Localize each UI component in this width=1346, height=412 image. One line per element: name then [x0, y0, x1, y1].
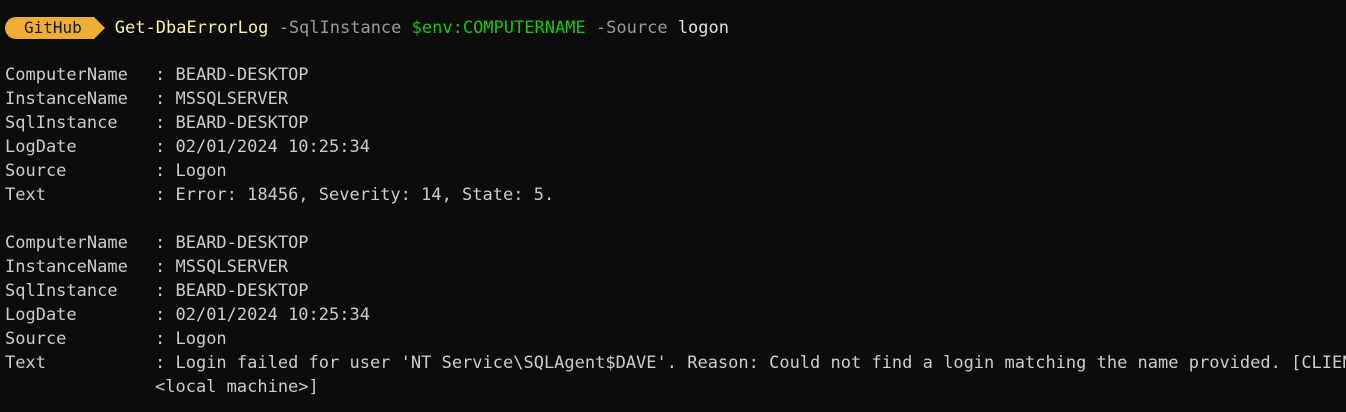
- field-separator: :: [155, 89, 176, 109]
- field-separator: :: [155, 353, 176, 373]
- field-separator: :: [155, 113, 176, 133]
- field-separator: :: [155, 161, 176, 181]
- field-label: Text: [5, 353, 46, 373]
- field-separator: :: [155, 305, 176, 325]
- field-value: Logon: [175, 329, 227, 349]
- field-label: SqlInstance: [5, 113, 118, 133]
- prompt-line: GitHub Get-DbaErrorLog -SqlInstance $env…: [5, 15, 1346, 41]
- field-separator: :: [155, 257, 176, 277]
- field-value: Login failed for user 'NT Service\SQLAge…: [175, 353, 1346, 373]
- field-label: ComputerName: [5, 65, 128, 85]
- param-source-value: logon: [677, 18, 729, 38]
- field-separator: :: [155, 185, 176, 205]
- field-computername: ComputerName: BEARD-DESKTOP: [5, 63, 1346, 87]
- field-label: Source: [5, 329, 67, 349]
- cmdlet-name: Get-DbaErrorLog: [114, 18, 269, 38]
- field-value: BEARD-DESKTOP: [175, 281, 309, 301]
- prompt-badge: GitHub: [5, 17, 105, 39]
- field-logdate: LogDate: 02/01/2024 10:25:34: [5, 303, 1346, 327]
- param-sqlinstance-value: $env:COMPUTERNAME: [411, 18, 586, 38]
- field-source: Source: Logon: [5, 327, 1346, 351]
- field-text: Text: Login failed for user 'NT Service\…: [5, 351, 1346, 375]
- field-separator: :: [155, 137, 176, 157]
- field-label: ComputerName: [5, 233, 128, 253]
- field-separator: :: [155, 233, 176, 253]
- field-separator: :: [155, 281, 176, 301]
- field-value: 02/01/2024 10:25:34: [175, 305, 370, 325]
- field-label: Text: [5, 185, 46, 205]
- param-sqlinstance: -SqlInstance: [278, 18, 402, 38]
- field-value-continuation: <local machine>]: [155, 377, 319, 397]
- param-source: -Source: [595, 18, 668, 38]
- field-instancename: InstanceName: MSSQLSERVER: [5, 87, 1346, 111]
- field-sqlinstance: SqlInstance: BEARD-DESKTOP: [5, 279, 1346, 303]
- output-record-2: ComputerName: BEARD-DESKTOP InstanceName…: [5, 231, 1346, 399]
- field-label: InstanceName: [5, 257, 128, 277]
- field-instancename: InstanceName: MSSQLSERVER: [5, 255, 1346, 279]
- field-sqlinstance: SqlInstance: BEARD-DESKTOP: [5, 111, 1346, 135]
- field-label: InstanceName: [5, 89, 128, 109]
- command-line[interactable]: Get-DbaErrorLog -SqlInstance $env:COMPUT…: [115, 18, 729, 38]
- field-value: MSSQLSERVER: [175, 89, 289, 109]
- field-value: BEARD-DESKTOP: [175, 233, 309, 253]
- field-text: Text: Error: 18456, Severity: 14, State:…: [5, 183, 1346, 207]
- field-logdate: LogDate: 02/01/2024 10:25:34: [5, 135, 1346, 159]
- terminal-window[interactable]: GitHub Get-DbaErrorLog -SqlInstance $env…: [0, 0, 1346, 412]
- field-separator: :: [155, 329, 176, 349]
- field-value: BEARD-DESKTOP: [175, 65, 309, 85]
- field-label: LogDate: [5, 137, 77, 157]
- field-source: Source: Logon: [5, 159, 1346, 183]
- field-value: Error: 18456, Severity: 14, State: 5.: [175, 185, 555, 205]
- field-value: MSSQLSERVER: [175, 257, 289, 277]
- field-computername: ComputerName: BEARD-DESKTOP: [5, 231, 1346, 255]
- field-text-continuation: <local machine>]: [5, 375, 1346, 399]
- field-label: Source: [5, 161, 67, 181]
- output-record-1: ComputerName: BEARD-DESKTOP InstanceName…: [5, 63, 1346, 207]
- field-label: LogDate: [5, 305, 77, 325]
- field-label: SqlInstance: [5, 281, 118, 301]
- field-value: 02/01/2024 10:25:34: [175, 137, 370, 157]
- field-value: Logon: [175, 161, 227, 181]
- field-value: BEARD-DESKTOP: [175, 113, 309, 133]
- field-separator: :: [155, 65, 176, 85]
